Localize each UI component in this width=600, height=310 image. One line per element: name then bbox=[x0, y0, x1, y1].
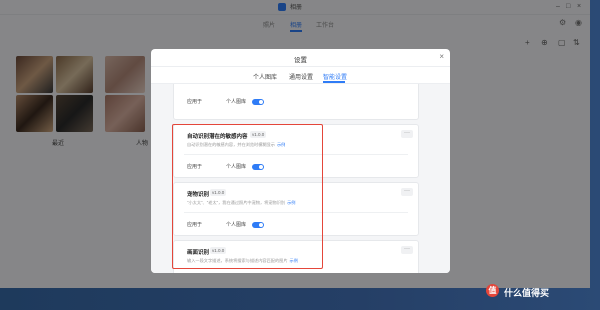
close-icon[interactable]: × bbox=[439, 52, 444, 61]
tab-smart-settings[interactable]: 智能设置 bbox=[323, 72, 347, 81]
more-options-button[interactable]: ··· bbox=[401, 130, 413, 138]
apply-to-label: 应用于 bbox=[187, 99, 203, 105]
tab-personal-library[interactable]: 个人图库 bbox=[253, 72, 277, 81]
tab-general-settings[interactable]: 通用设置 bbox=[289, 72, 313, 81]
scope-label: 个人图库 bbox=[226, 99, 247, 105]
setting-card: 应用于 个人图库 bbox=[173, 84, 419, 120]
watermark-text: 什么值得买 bbox=[504, 288, 550, 298]
more-options-button[interactable]: ··· bbox=[401, 188, 413, 196]
highlight-annotation-box bbox=[172, 124, 323, 269]
enable-toggle[interactable] bbox=[252, 99, 264, 105]
photos-app-window: 相册 – □ × 照片 相册 工作台 ⚙ ◉ + ⊕ ▢ ⇅ 最近 人物 设置 … bbox=[0, 0, 590, 288]
more-options-button[interactable]: ··· bbox=[401, 246, 413, 254]
dialog-title: 设置 bbox=[294, 57, 307, 64]
divider bbox=[151, 66, 450, 67]
watermark-logo: 值 bbox=[486, 284, 499, 297]
